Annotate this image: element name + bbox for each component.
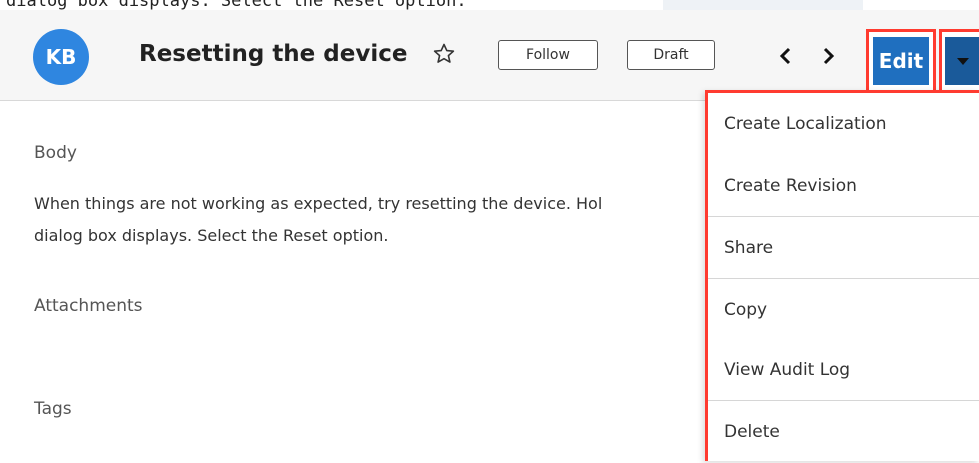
caption-text: dialog box displays. Select the Reset op…: [6, 0, 467, 10]
menu-item-create-localization[interactable]: Create Localization: [708, 93, 979, 155]
chevron-right-icon[interactable]: [820, 46, 836, 66]
body-field-value: When things are not working as expected,…: [34, 188, 714, 252]
caption-background: [663, 0, 863, 10]
attachments-field-label: Attachments: [34, 296, 143, 316]
actions-menu: Create Localization Create Revision Shar…: [705, 90, 979, 461]
follow-button[interactable]: Follow: [498, 40, 598, 70]
tags-field-label: Tags: [34, 399, 72, 419]
menu-item-view-audit-log[interactable]: View Audit Log: [708, 339, 979, 401]
menu-item-copy[interactable]: Copy: [708, 278, 979, 340]
menu-item-share[interactable]: Share: [708, 216, 979, 278]
menu-item-delete[interactable]: Delete: [708, 400, 979, 462]
actions-dropdown-highlight: [939, 29, 979, 93]
actions-dropdown-button[interactable]: [945, 37, 979, 85]
status-badge: Draft: [627, 40, 715, 70]
chevron-left-icon[interactable]: [778, 46, 794, 66]
page-title: Resetting the device: [139, 41, 408, 67]
record-header: KB Resetting the device Follow Draft Edi…: [0, 10, 979, 101]
body-text-line: dialog box displays. Select the Reset op…: [34, 226, 389, 245]
edit-highlight: Edit: [866, 29, 936, 93]
caret-down-icon: [957, 58, 969, 65]
menu-item-create-revision[interactable]: Create Revision: [708, 155, 979, 217]
edit-button[interactable]: Edit: [873, 37, 929, 85]
body-field-label: Body: [34, 143, 77, 163]
body-text-line: When things are not working as expected,…: [34, 194, 603, 213]
favorite-star-icon[interactable]: [432, 42, 456, 66]
avatar: KB: [33, 29, 89, 85]
